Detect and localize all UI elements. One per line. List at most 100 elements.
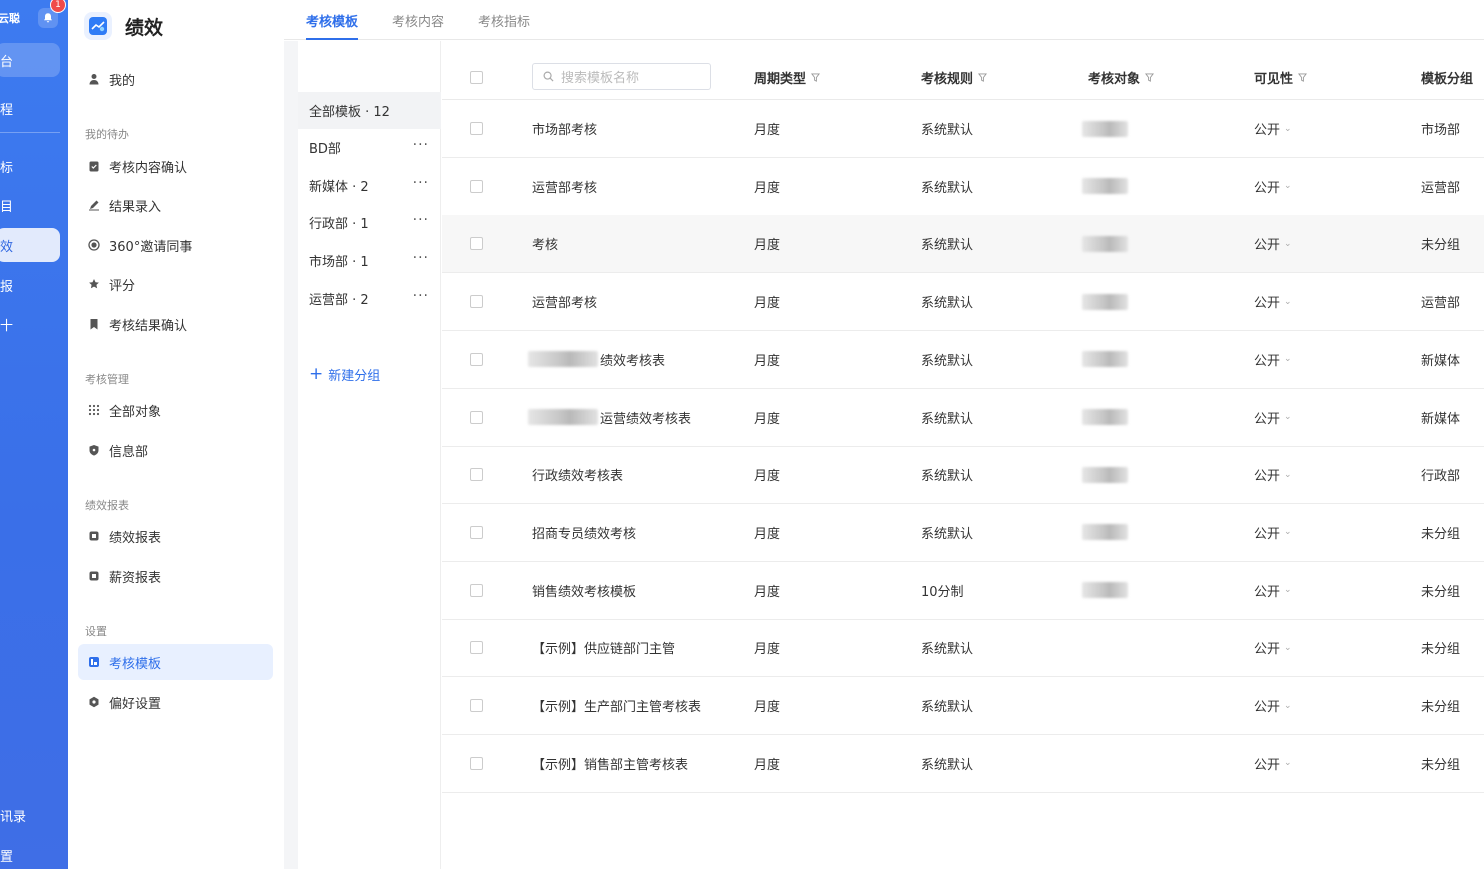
more-icon[interactable]: ··· [413, 288, 429, 304]
nav-item-performance-report[interactable]: 绩效报表 [78, 518, 273, 554]
rail-item-performance[interactable]: 效 [0, 228, 60, 262]
table-row[interactable]: 市场部考核 月度 系统默认 公开 ⌄ 市场部 [442, 100, 1484, 158]
group-item-new-media[interactable]: 新媒体 · 2 ··· [298, 167, 441, 204]
group-item-all[interactable]: 全部模板 · 12 [298, 92, 441, 129]
visibility-select[interactable]: 公开 ⌄ [1254, 331, 1292, 388]
row-checkbox[interactable] [470, 352, 483, 366]
table-row[interactable]: 考核 月度 系统默认 公开 ⌄ 未分组 [442, 215, 1484, 274]
cell-name[interactable]: 【示例】销售部主管考核表 [532, 735, 688, 792]
visibility-select[interactable]: 公开 ⌄ [1254, 158, 1292, 215]
rail-item-goals[interactable]: 标 [0, 149, 60, 183]
row-checkbox[interactable] [470, 179, 483, 193]
visibility-select[interactable]: 公开 ⌄ [1254, 389, 1292, 446]
row-checkbox[interactable] [470, 583, 483, 597]
filter-icon[interactable] [1298, 72, 1308, 82]
nav-item-result-confirm[interactable]: 考核结果确认 [78, 306, 273, 342]
template-name: 销售绩效考核模板 [532, 584, 637, 600]
table-row[interactable]: 【示例】供应链部门主管 月度 系统默认 公开 ⌄ 未分组 [442, 619, 1484, 678]
table-row[interactable]: 【示例】生产部门主管考核表 月度 系统默认 公开 ⌄ 未分组 [442, 677, 1484, 735]
chevron-down-icon: ⌄ [1284, 527, 1292, 538]
rail-item-contacts[interactable]: 讯录 [0, 798, 60, 832]
visibility-select[interactable]: 公开 ⌄ [1254, 504, 1292, 561]
table-row[interactable]: 招商专员绩效考核 月度 系统默认 公开 ⌄ 未分组 [442, 504, 1484, 562]
rail-item-workbench[interactable]: 台 [0, 43, 60, 77]
group-item-admin[interactable]: 行政部 · 1 ··· [298, 204, 441, 241]
filter-icon[interactable] [811, 72, 821, 82]
rail-item-schedule[interactable]: 程 [0, 91, 60, 125]
nav-item-content-confirm[interactable]: 考核内容确认 [78, 148, 273, 184]
group-item-operations[interactable]: 运营部 · 2 ··· [298, 280, 441, 317]
table-row[interactable]: 运营绩效考核表 月度 系统默认 公开 ⌄ 新媒体 [442, 389, 1484, 447]
rail-item-settings[interactable]: 置 [0, 838, 60, 869]
cell-name[interactable]: 销售绩效考核模板 [532, 562, 636, 619]
new-group-button[interactable]: + 新建分组 [309, 365, 380, 385]
nav-item-templates[interactable]: 考核模板 [78, 644, 273, 680]
cell-name[interactable]: 运营部考核 [532, 273, 597, 330]
row-checkbox[interactable] [470, 122, 483, 135]
filter-icon[interactable] [1145, 72, 1155, 82]
table-row[interactable]: 行政绩效考核表 月度 系统默认 公开 ⌄ 行政部 [442, 446, 1484, 505]
cell-name[interactable]: 市场部考核 [532, 100, 597, 157]
filter-icon[interactable] [978, 72, 988, 82]
cell-name[interactable]: 招商专员绩效考核 [532, 504, 636, 561]
more-icon[interactable]: ··· [413, 250, 429, 266]
visibility-select[interactable]: 公开 ⌄ [1254, 735, 1292, 792]
cell-name[interactable]: 绩效考核表 [528, 331, 665, 388]
row-checkbox[interactable] [470, 756, 483, 770]
col-header-cycle[interactable]: 周期类型 [754, 55, 821, 99]
row-checkbox[interactable] [470, 237, 483, 251]
col-header-rule[interactable]: 考核规则 [921, 55, 988, 99]
row-checkbox[interactable] [470, 699, 483, 712]
nav-item-all-targets[interactable]: 全部对象 [78, 392, 273, 428]
nav-item-scoring[interactable]: 评分 [78, 266, 273, 302]
visibility-select[interactable]: 公开 ⌄ [1254, 273, 1292, 330]
visibility-select[interactable]: 公开 ⌄ [1254, 215, 1292, 272]
rail-item-reports[interactable]: 报 [0, 268, 60, 302]
visibility-select[interactable]: 公开 ⌄ [1254, 100, 1292, 157]
table-row[interactable]: 绩效考核表 月度 系统默认 公开 ⌄ 新媒体 [442, 331, 1484, 389]
visibility-select[interactable]: 公开 ⌄ [1254, 677, 1292, 734]
cell-name[interactable]: 行政绩效考核表 [532, 446, 623, 503]
rail-item-stats[interactable]: 十 [0, 307, 60, 341]
group-item-marketing[interactable]: 市场部 · 1 ··· [298, 242, 441, 279]
redacted-text [528, 409, 598, 425]
table-row[interactable]: 运营部考核 月度 系统默认 公开 ⌄ 运营部 [442, 158, 1484, 216]
search-input[interactable]: 搜索模板名称 [532, 63, 711, 90]
chevron-down-icon: ⌄ [1284, 412, 1292, 422]
nav-item-result-entry[interactable]: 结果录入 [78, 187, 273, 223]
cell-name[interactable]: 运营部考核 [532, 158, 597, 215]
cell-name[interactable]: 【示例】供应链部门主管 [532, 619, 675, 676]
select-all-checkbox[interactable] [470, 70, 483, 84]
col-header-group[interactable]: 模板分组 [1421, 55, 1473, 99]
tab-indicators[interactable]: 考核指标 [478, 0, 530, 40]
nav-item-salary-report[interactable]: 薪资报表 [78, 558, 273, 594]
cell-name[interactable]: 运营绩效考核表 [528, 389, 691, 446]
row-checkbox[interactable] [470, 410, 483, 424]
nav-item-360-invite[interactable]: 360°邀请同事 [78, 227, 273, 263]
table-row[interactable]: 【示例】销售部主管考核表 月度 系统默认 公开 ⌄ 未分组 [442, 735, 1484, 793]
cell-name[interactable]: 【示例】生产部门主管考核表 [532, 677, 701, 734]
row-checkbox[interactable] [470, 641, 483, 655]
more-icon[interactable]: ··· [413, 175, 429, 191]
nav-item-info-dept[interactable]: 信息部 [78, 432, 273, 468]
row-checkbox[interactable] [470, 468, 483, 482]
cell-name[interactable]: 考核 [532, 215, 558, 272]
visibility-select[interactable]: 公开 ⌄ [1254, 446, 1292, 503]
tab-content[interactable]: 考核内容 [392, 0, 444, 40]
tab-templates[interactable]: 考核模板 [306, 0, 359, 40]
table-row[interactable]: 销售绩效考核模板 月度 10分制 公开 ⌄ 未分组 [442, 562, 1484, 620]
visibility-select[interactable]: 公开 ⌄ [1254, 562, 1292, 619]
visibility-select[interactable]: 公开 ⌄ [1254, 619, 1292, 676]
row-checkbox[interactable] [470, 295, 483, 309]
nav-item-preferences[interactable]: 偏好设置 [78, 684, 273, 720]
table-row[interactable]: 运营部考核 月度 系统默认 公开 ⌄ 运营部 [442, 273, 1484, 332]
col-header-visibility[interactable]: 可见性 [1254, 55, 1308, 99]
rail-item-projects[interactable]: 目 [0, 188, 60, 222]
col-header-target[interactable]: 考核对象 [1088, 55, 1155, 99]
group-item-bd[interactable]: BD部 ··· [298, 129, 441, 166]
row-checkbox[interactable] [470, 525, 483, 539]
more-icon[interactable]: ··· [413, 212, 429, 228]
more-icon[interactable]: ··· [413, 137, 429, 153]
row-checkbox-cell [470, 215, 483, 272]
nav-item-my[interactable]: 我的 [78, 61, 273, 97]
